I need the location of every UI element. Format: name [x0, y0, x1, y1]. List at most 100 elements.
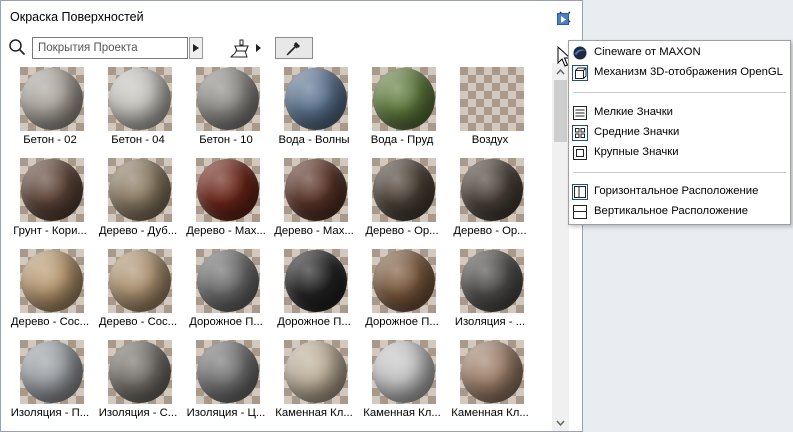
- scroll-down-button[interactable]: [552, 414, 569, 431]
- search-input[interactable]: [32, 37, 188, 59]
- material-tile[interactable]: Каменная Кл...: [358, 336, 446, 421]
- material-name: Воздух: [471, 134, 509, 146]
- material-tile[interactable]: Изоляция - Ц...: [182, 336, 270, 421]
- vertical-scrollbar[interactable]: [552, 63, 569, 431]
- material-sphere: [461, 159, 523, 221]
- material-tile[interactable]: Вода - Волны: [270, 63, 358, 148]
- menu-item-label: Горизонтальное Расположение: [594, 185, 759, 197]
- material-name: Изоляция - Ц...: [186, 407, 266, 419]
- chevron-up-icon: [556, 68, 565, 74]
- material-tile[interactable]: Дорожное П...: [182, 245, 270, 330]
- material-sphere: [109, 341, 171, 403]
- material-tile[interactable]: Вода - Пруд: [358, 63, 446, 148]
- material-thumbnail: [196, 158, 260, 222]
- material-tile[interactable]: Воздух: [446, 63, 534, 148]
- vertical-layout-icon: [573, 205, 587, 219]
- material-sphere: [285, 159, 347, 221]
- menu-item-vertical-layout[interactable]: Вертикальное Расположение: [569, 202, 790, 222]
- material-tile[interactable]: Бетон - 10: [182, 63, 270, 148]
- menu-separator: [573, 92, 786, 93]
- eyedropper-button[interactable]: [275, 37, 313, 59]
- material-thumbnail: [372, 158, 436, 222]
- material-sphere: [109, 250, 171, 312]
- material-thumbnail: [460, 158, 524, 222]
- material-name: Каменная Кл...: [451, 407, 529, 419]
- paint-brush-button[interactable]: [229, 37, 263, 59]
- search-dropdown-button[interactable]: [189, 37, 203, 59]
- material-name: Дерево - Мах...: [186, 225, 266, 237]
- triangle-right-icon: [560, 15, 566, 23]
- menu-item-label: Средние Значки: [594, 126, 680, 138]
- material-sphere: [197, 341, 259, 403]
- view-options-button[interactable]: [557, 13, 569, 25]
- material-tile[interactable]: Изоляция - ...: [446, 245, 534, 330]
- material-sphere: [285, 341, 347, 403]
- menu-item-large-icons[interactable]: Крупные Значки: [569, 143, 790, 163]
- material-sphere: [373, 68, 435, 130]
- material-tile[interactable]: Дерево - Дуб...: [94, 154, 182, 239]
- menu-item-medium-icons[interactable]: Средние Значки: [569, 123, 790, 143]
- menu-item-cineware[interactable]: Cineware от MAXON: [569, 43, 790, 63]
- material-sphere: [373, 341, 435, 403]
- material-thumbnail: [196, 340, 260, 404]
- material-tile[interactable]: Каменная Кл...: [446, 336, 534, 421]
- material-tile[interactable]: Изоляция - П...: [6, 336, 94, 421]
- material-name: Изоляция - ...: [454, 316, 526, 328]
- material-thumbnail: [20, 340, 84, 404]
- material-tile[interactable]: Бетон - 02: [6, 63, 94, 148]
- opengl-icon: [572, 65, 588, 81]
- material-tile[interactable]: Дерево - Ор...: [358, 154, 446, 239]
- menu-item-label: Механизм 3D-отображения OpenGL: [594, 66, 783, 78]
- material-name: Дерево - Сос...: [98, 316, 178, 328]
- menu-item-small-icons[interactable]: Мелкие Значки: [569, 103, 790, 123]
- material-tile[interactable]: Изоляция - С...: [94, 336, 182, 421]
- material-tile[interactable]: Дорожное П...: [270, 245, 358, 330]
- material-tile[interactable]: Дерево - Мах...: [270, 154, 358, 239]
- menu-item-label: Вертикальное Расположение: [594, 205, 749, 217]
- material-sphere: [285, 68, 347, 130]
- material-sphere: [285, 250, 347, 312]
- material-thumbnail: [284, 67, 348, 131]
- material-tile[interactable]: Дорожное П...: [358, 245, 446, 330]
- material-thumbnail: [20, 249, 84, 313]
- menu-item-label: Мелкие Значки: [594, 106, 673, 118]
- material-tile[interactable]: Бетон - 04: [94, 63, 182, 148]
- horizontal-layout-icon: [572, 184, 588, 200]
- menu-item-opengl[interactable]: Механизм 3D-отображения OpenGL: [569, 63, 790, 83]
- menu-item-horizontal-layout[interactable]: Горизонтальное Расположение: [569, 182, 790, 202]
- material-thumbnail: [284, 158, 348, 222]
- material-name: Каменная Кл...: [275, 407, 353, 419]
- material-name: Вода - Волны: [278, 134, 350, 146]
- material-sphere: [109, 68, 171, 130]
- material-tile[interactable]: Каменная Кл...: [270, 336, 358, 421]
- material-sphere: [373, 250, 435, 312]
- material-thumbnail: [460, 340, 524, 404]
- material-tile[interactable]: Дерево - Сос...: [94, 245, 182, 330]
- material-thumbnail: [108, 340, 172, 404]
- material-tile[interactable]: Грунт - Кори...: [6, 154, 94, 239]
- material-sphere: [21, 159, 83, 221]
- search-icon[interactable]: [8, 38, 26, 56]
- scroll-up-button[interactable]: [552, 63, 569, 80]
- material-name: Грунт - Кори...: [13, 225, 87, 237]
- material-name: Дорожное П...: [189, 316, 263, 328]
- material-name: Дерево - Ор...: [365, 225, 439, 237]
- material-tile[interactable]: Дерево - Ор...: [446, 154, 534, 239]
- material-name: Бетон - 02: [23, 134, 77, 146]
- triangle-right-icon: [256, 44, 261, 52]
- material-grid-viewport: Бетон - 02 Бетон - 04 Бетон - 10 Вода - Вол…: [6, 63, 551, 431]
- material-thumbnail: [108, 249, 172, 313]
- material-tile[interactable]: Дерево - Мах...: [182, 154, 270, 239]
- material-thumbnail: [20, 158, 84, 222]
- material-name: Дерево - Дуб...: [98, 225, 178, 237]
- material-sphere: [21, 250, 83, 312]
- material-sphere: [21, 68, 83, 130]
- title-bar: Окраска Поверхностей: [1, 1, 582, 33]
- material-thumbnail: [196, 249, 260, 313]
- paint-brush-icon: [230, 39, 249, 58]
- scroll-thumb[interactable]: [554, 80, 567, 142]
- material-name: Изоляция - П...: [10, 407, 90, 419]
- material-sphere: [373, 159, 435, 221]
- material-tile[interactable]: Дерево - Сос...: [6, 245, 94, 330]
- view-options-menu: Cineware от MAXON Механизм 3D-отображени…: [568, 40, 791, 225]
